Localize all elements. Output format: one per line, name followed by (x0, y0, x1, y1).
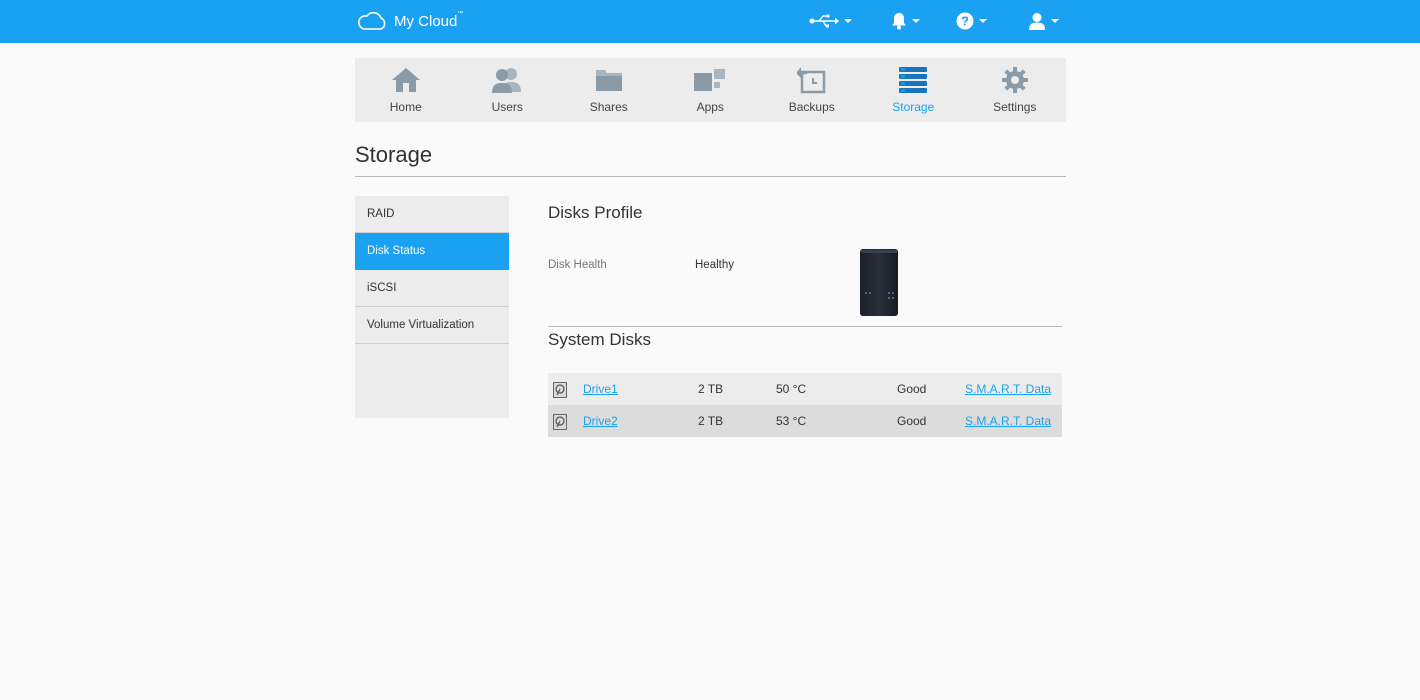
apps-icon (693, 66, 727, 94)
nav-label: Users (491, 100, 523, 114)
table-row: Drive1 2 TB 50 °C Good S.M.A.R.T. Data (548, 373, 1062, 405)
users-icon (490, 66, 524, 94)
disk-health-label: Disk Health (548, 259, 607, 271)
nav-item-storage[interactable]: Storage (863, 58, 965, 122)
chevron-down-icon (1051, 19, 1059, 23)
side-item-disk-status[interactable]: Disk Status (355, 233, 509, 270)
logo-text: My Cloud™ (394, 11, 464, 30)
chevron-down-icon (844, 19, 852, 23)
user-menu[interactable] (1028, 11, 1059, 31)
nav-label: Home (389, 100, 422, 114)
side-item-volume-virtualization[interactable]: Volume Virtualization (355, 307, 509, 344)
nav-label: Storage (892, 100, 935, 114)
divider (355, 176, 1066, 177)
drive-link[interactable]: Drive1 (583, 382, 618, 396)
drive-status: Good (897, 414, 927, 428)
drive-temperature: 53 °C (776, 414, 807, 428)
my-cloud-logo[interactable]: My Cloud™ (356, 11, 463, 31)
folder-icon (592, 66, 626, 94)
svg-text:?: ? (961, 14, 969, 29)
table-row: Drive2 2 TB 53 °C Good S.M.A.R.T. Data (548, 405, 1062, 437)
storage-icon (896, 66, 930, 94)
nav-label: Shares (589, 100, 628, 114)
drive-size: 2 TB (698, 382, 724, 396)
system-disks-title: System Disks (548, 330, 651, 349)
side-menu: RAID Disk Status iSCSI Volume Virtualiza… (355, 196, 509, 418)
help-icon: ? (956, 12, 974, 30)
usb-icon (809, 14, 839, 28)
page-title: Storage (355, 142, 433, 167)
hard-drive-icon (553, 414, 567, 430)
drive-size: 2 TB (698, 414, 724, 428)
nas-device-image (860, 249, 898, 316)
notifications-menu[interactable] (891, 11, 920, 31)
disks-profile-title: Disks Profile (548, 203, 643, 222)
nav-label: Settings (993, 100, 1037, 114)
nav-item-backups[interactable]: Backups (761, 58, 863, 122)
bell-icon (892, 13, 906, 30)
chevron-down-icon (912, 19, 920, 23)
divider (548, 326, 1062, 327)
chevron-down-icon (979, 19, 987, 23)
drive-status: Good (897, 382, 927, 396)
backup-icon (795, 66, 829, 94)
nav-label: Apps (696, 100, 724, 114)
nav-item-apps[interactable]: Apps (660, 58, 762, 122)
nav-item-shares[interactable]: Shares (558, 58, 660, 122)
help-menu[interactable]: ? (956, 11, 987, 31)
drive-temperature: 50 °C (776, 382, 807, 396)
smart-data-link[interactable]: S.M.A.R.T. Data (965, 414, 1051, 428)
drive-link[interactable]: Drive2 (583, 414, 618, 428)
side-item-iscsi[interactable]: iSCSI (355, 270, 509, 307)
side-item-raid[interactable]: RAID (355, 196, 509, 233)
disk-table: Drive1 2 TB 50 °C Good S.M.A.R.T. Data D… (548, 373, 1062, 437)
main-nav: Home Users Shares Apps Backups Storage S… (355, 58, 1066, 122)
usb-menu[interactable] (809, 11, 852, 31)
top-bar: My Cloud™ ? (0, 0, 1420, 43)
home-icon (389, 66, 423, 94)
gear-icon (998, 66, 1032, 94)
nav-label: Backups (788, 100, 835, 114)
smart-data-link[interactable]: S.M.A.R.T. Data (965, 382, 1051, 396)
nav-item-settings[interactable]: Settings (964, 58, 1066, 122)
nav-item-home[interactable]: Home (355, 58, 457, 122)
nav-item-users[interactable]: Users (457, 58, 559, 122)
user-icon (1029, 13, 1045, 30)
disk-health-value: Healthy (695, 259, 734, 271)
cloud-icon (358, 11, 386, 30)
hard-drive-icon (553, 382, 567, 398)
